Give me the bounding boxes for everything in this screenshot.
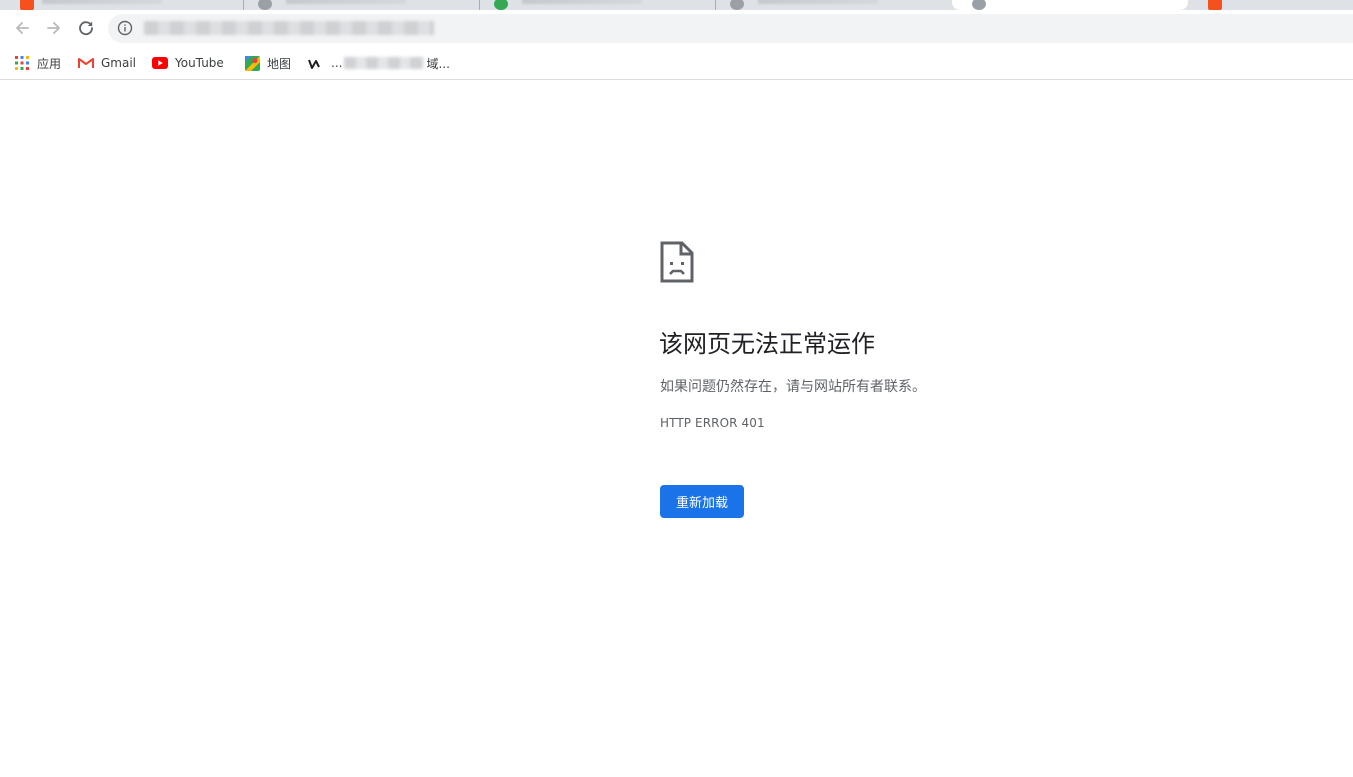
tab[interactable] [480, 0, 716, 10]
sad-page-icon [660, 241, 694, 283]
arrow-left-icon [16, 22, 29, 34]
info-icon[interactable] [117, 20, 133, 36]
bookmark-label: YouTube [175, 56, 224, 70]
back-button[interactable] [8, 14, 36, 42]
gmail-icon [78, 55, 94, 71]
youtube-icon [152, 55, 168, 71]
tab-active[interactable] [952, 0, 1188, 10]
bookmark-label: Gmail [101, 56, 137, 70]
bookmarks-bar: 应用 Gmail YouTube 地图 ... 域... [0, 47, 1353, 80]
bookmark-label: ... [331, 56, 343, 70]
tab-favicon [1208, 0, 1222, 10]
tab-favicon [494, 0, 508, 10]
refresh-icon [79, 21, 93, 36]
reload-toolbar-button[interactable] [72, 14, 100, 42]
tab-favicon [20, 0, 34, 10]
tab[interactable] [244, 0, 480, 10]
bookmark-label: 域... [426, 56, 450, 71]
tab-title-blurred [286, 0, 406, 4]
tab-title-blurred [522, 0, 642, 4]
bookmark-label-blurred [344, 57, 425, 69]
tab[interactable] [1188, 0, 1353, 10]
apps-grid-icon [14, 55, 30, 71]
reload-button[interactable]: 重新加载 [660, 485, 744, 518]
tab-title-blurred [42, 0, 162, 4]
tab-favicon [972, 0, 986, 10]
error-message: 如果问题仍然存在，请与网站所有者联系。 [660, 379, 926, 395]
tab-favicon [730, 0, 744, 10]
bookmark-label: 地图 [267, 56, 292, 71]
browser-window: 应用 Gmail YouTube 地图 ... 域... 该网页无法正常运作 如… [0, 0, 1353, 777]
address-bar[interactable] [108, 14, 1353, 43]
maps-icon [244, 55, 260, 71]
bookmark-apps[interactable]: 应用 [14, 53, 61, 73]
arrow-right-icon [47, 22, 60, 34]
address-url[interactable] [144, 21, 434, 35]
tab-favicon [258, 0, 272, 10]
toolbar [0, 10, 1353, 47]
site-icon [308, 55, 324, 71]
tab-title-blurred [758, 0, 878, 4]
tab[interactable] [0, 0, 244, 10]
error-code: HTTP ERROR 401 [660, 416, 765, 430]
bookmark-label: 应用 [37, 56, 62, 71]
bookmark-site[interactable]: ... 域... [308, 53, 450, 73]
bookmark-gmail[interactable]: Gmail [78, 53, 136, 73]
forward-button[interactable] [40, 14, 68, 42]
bookmark-maps[interactable]: 地图 [244, 53, 291, 73]
error-heading: 该网页无法正常运作 [659, 330, 875, 358]
error-page: 该网页无法正常运作 如果问题仍然存在，请与网站所有者联系。 HTTP ERROR… [0, 81, 1353, 777]
tab[interactable] [716, 0, 952, 10]
bookmark-youtube[interactable]: YouTube [152, 53, 224, 73]
